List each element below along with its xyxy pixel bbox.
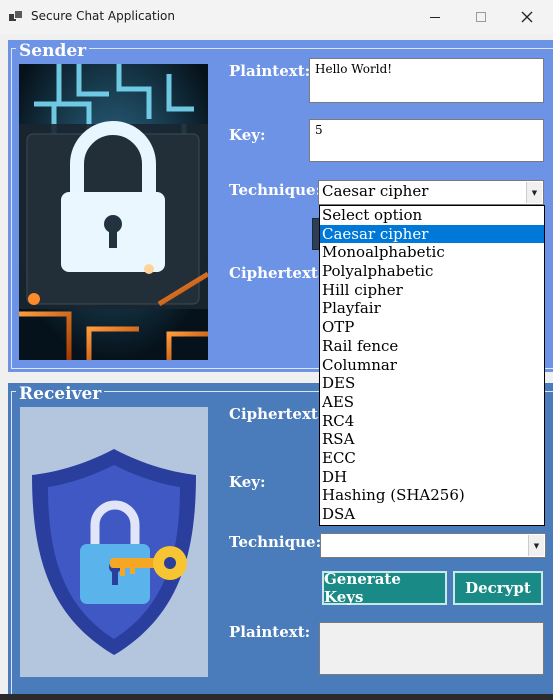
decrypt-button[interactable]: Decrypt xyxy=(453,571,543,605)
dropdown-option[interactable]: OTP xyxy=(320,318,544,337)
dropdown-option[interactable]: Caesar cipher xyxy=(320,224,544,244)
app-window: Secure Chat Application Sender Plaintext… xyxy=(0,0,553,700)
dropdown-option[interactable]: AES xyxy=(320,393,544,412)
shield-lock-key-image xyxy=(20,407,208,677)
dropdown-option[interactable]: Columnar xyxy=(320,356,544,375)
close-icon xyxy=(521,11,533,23)
dropdown-option[interactable]: ECC xyxy=(320,449,544,468)
technique-dropdown-list: Select option Caesar cipher Monoalphabetic… xyxy=(319,205,545,526)
receiver-plaintext-label: Plaintext: xyxy=(229,623,311,641)
dropdown-option[interactable]: Playfair xyxy=(320,299,544,318)
sender-plaintext-label: Plaintext: xyxy=(229,62,311,80)
receiver-technique-select[interactable]: ▼ xyxy=(320,533,546,558)
sender-technique-value: Caesar cipher xyxy=(322,182,429,200)
sender-technique-select[interactable]: Caesar cipher ▼ xyxy=(318,180,544,205)
dropdown-option[interactable]: Polyalphabetic xyxy=(320,262,544,281)
receiver-group-title: Receiver xyxy=(16,384,105,404)
sender-technique-label: Technique: xyxy=(229,181,322,199)
dropdown-option[interactable]: Hashing (SHA256) xyxy=(320,486,544,505)
receiver-technique-label: Technique: xyxy=(229,533,322,551)
receiver-ciphertext-label: Ciphertext: xyxy=(229,405,324,423)
dropdown-option[interactable]: Monoalphabetic xyxy=(320,243,544,262)
title-bar: Secure Chat Application xyxy=(0,0,553,34)
dropdown-option[interactable]: DH xyxy=(320,468,544,487)
sender-plaintext-input[interactable]: Hello World! xyxy=(309,58,544,103)
chevron-down-icon[interactable]: ▼ xyxy=(528,535,544,556)
app-icon xyxy=(9,10,23,23)
sender-key-label: Key: xyxy=(229,126,266,144)
sender-key-input[interactable]: 5 xyxy=(309,119,544,162)
maximize-icon xyxy=(476,12,486,22)
dropdown-option[interactable]: DES xyxy=(320,374,544,393)
chevron-down-icon[interactable]: ▼ xyxy=(526,182,542,203)
sender-ciphertext-label: Ciphertext: xyxy=(229,264,324,282)
dropdown-option[interactable]: DSA xyxy=(320,505,544,524)
receiver-key-label: Key: xyxy=(229,473,266,491)
padlock-circuit-image xyxy=(19,64,208,360)
dropdown-option[interactable]: RC4 xyxy=(320,412,544,431)
minimize-icon xyxy=(430,16,440,18)
dropdown-option[interactable]: Hill cipher xyxy=(320,281,544,300)
receiver-plaintext-output[interactable] xyxy=(319,622,544,675)
window-title: Secure Chat Application xyxy=(31,9,175,23)
generate-keys-button[interactable]: Generate Keys xyxy=(322,570,447,606)
maximize-button[interactable] xyxy=(458,0,504,34)
dropdown-option[interactable]: Rail fence xyxy=(320,337,544,356)
dropdown-option[interactable]: RSA xyxy=(320,430,544,449)
minimize-button[interactable] xyxy=(412,0,458,34)
dropdown-option[interactable]: Select option xyxy=(320,206,544,225)
sender-group-title: Sender xyxy=(16,41,90,61)
close-button[interactable] xyxy=(504,0,550,34)
